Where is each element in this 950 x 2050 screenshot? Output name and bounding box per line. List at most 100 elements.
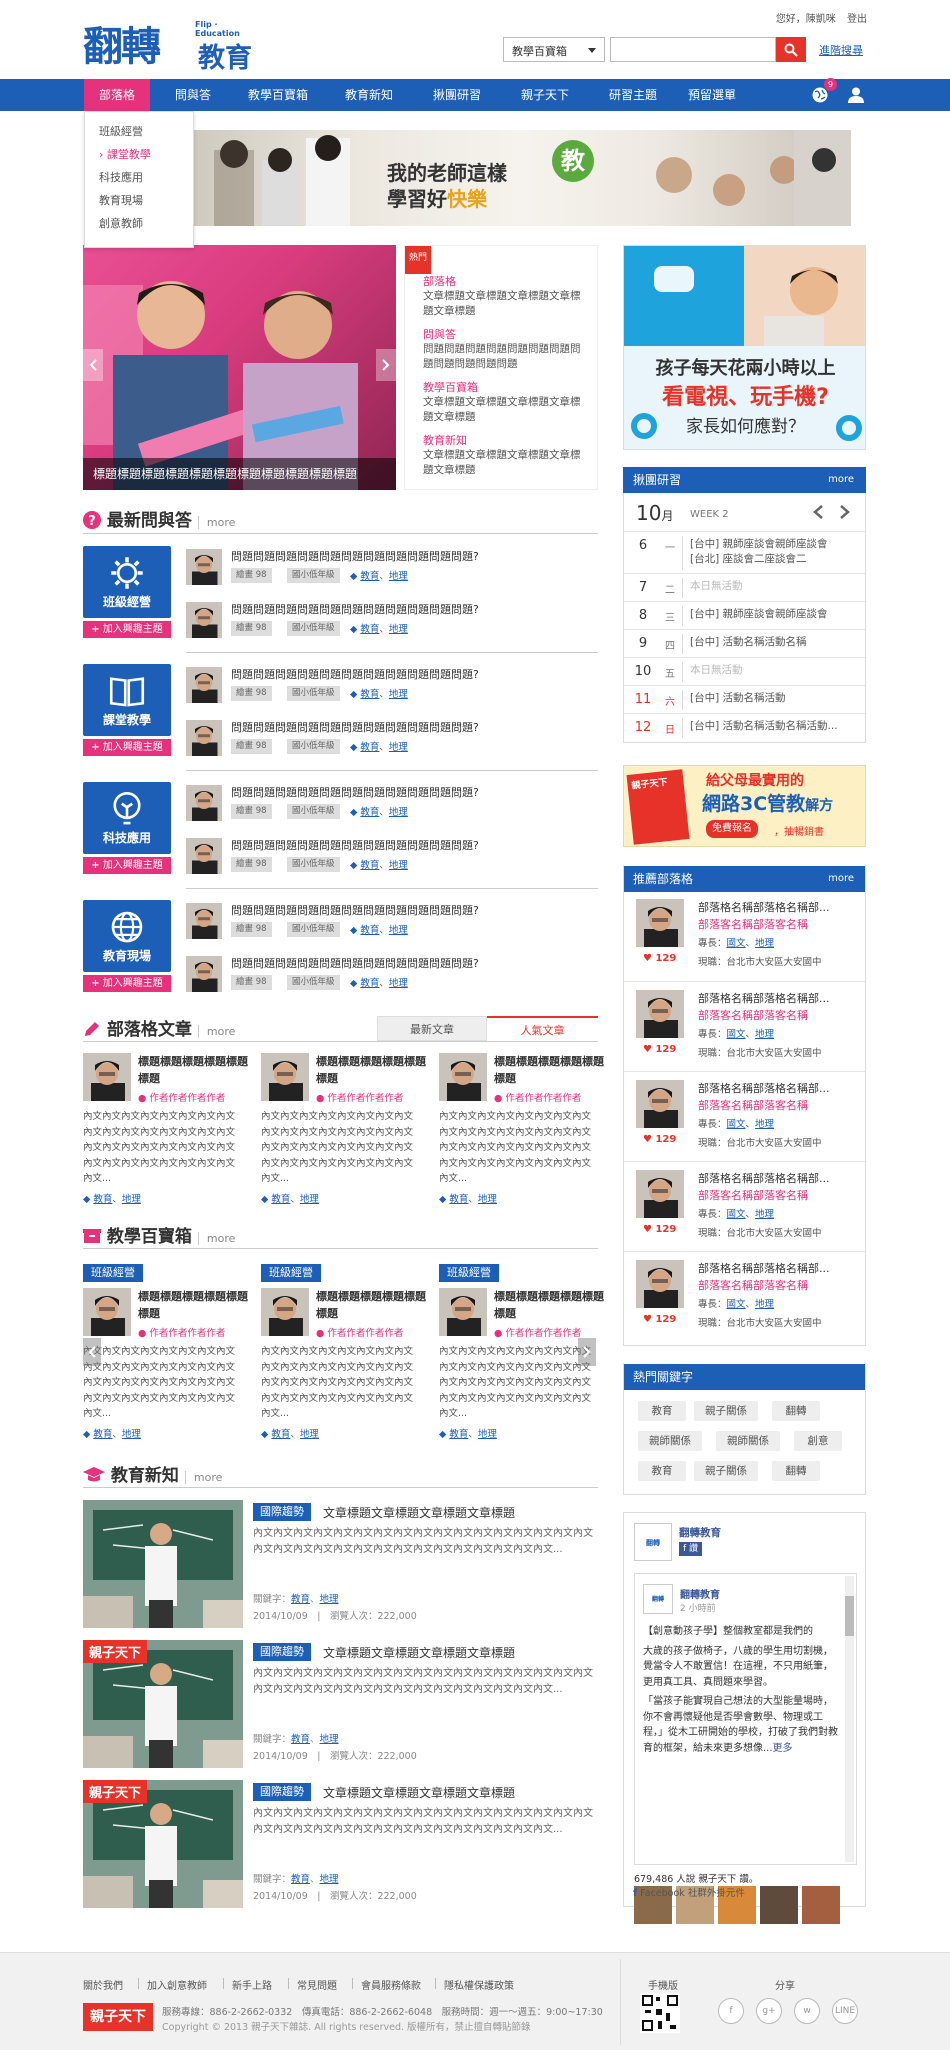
blog-name[interactable]: 部落格名稱部落格名稱部...	[698, 1080, 858, 1096]
nav-item-topics[interactable]: 研習主題	[594, 79, 672, 111]
category-link[interactable]: 地理	[300, 1194, 319, 1205]
carousel-next-button[interactable]	[376, 349, 396, 381]
specialty-link[interactable]: 國文	[727, 1119, 746, 1130]
specialty-link[interactable]: 國文	[727, 1029, 746, 1040]
category-link[interactable]: 地理	[478, 1194, 497, 1205]
carousel-caption[interactable]: 標題標題標題標題標題標題標題標題標題標題標題	[83, 458, 396, 490]
weibo-share-icon[interactable]: w	[794, 1998, 820, 2024]
blog-more-link[interactable]: more	[197, 1025, 236, 1038]
specialty-link[interactable]: 地理	[755, 1299, 774, 1310]
article-author[interactable]: ● 作者作者作者作者	[494, 1325, 581, 1339]
keyword-tag[interactable]: 教育	[638, 1401, 686, 1421]
article-card[interactable]: 標題標題標題標題標題標題 ● 作者作者作者作者 內文內文內文內文內文內文內文內文內文…	[261, 1053, 426, 1213]
blogger-row[interactable]: ♥ 129 部落格名稱部落格名稱部... 部落客名稱部落客名稱 專長：國文、地理 現職：…	[624, 1251, 865, 1341]
promo-ad[interactable]: 孩子每天花兩小時以上 看電視、玩手機? 家長如何應對？	[623, 245, 866, 450]
news-category-badge[interactable]: 國際趨勢	[253, 1503, 311, 1521]
qa-topic-tile[interactable]: 科技應用	[83, 782, 171, 854]
calendar-day-row[interactable]: 10 五 本日無活動	[624, 657, 865, 685]
nav-item-qa[interactable]: 問與答	[158, 79, 228, 111]
blogger-name[interactable]: 部落客名稱部落客名稱	[698, 1007, 808, 1023]
nav-item-workshop[interactable]: 揪團研習	[418, 79, 496, 111]
keyword-tag[interactable]: 翻轉	[772, 1461, 820, 1481]
news-more-link[interactable]: more	[184, 1471, 223, 1484]
blogger-name[interactable]: 部落客名稱部落客名稱	[698, 916, 808, 932]
specialty-link[interactable]: 地理	[755, 1119, 774, 1130]
blog-name[interactable]: 部落格名稱部落格名稱部...	[698, 1260, 858, 1276]
footer-logo[interactable]: 親子天下	[83, 2003, 153, 2031]
article-author[interactable]: ● 作者作者作者作者	[494, 1090, 581, 1104]
hot-category[interactable]: 問與答	[423, 326, 456, 342]
dropdown-item[interactable]: 班級經營	[85, 120, 193, 143]
fb-post-more[interactable]: 更多	[773, 1743, 793, 1754]
category-link[interactable]: 地理	[389, 689, 408, 700]
blog-name[interactable]: 部落格名稱部落格名稱部...	[698, 899, 858, 915]
blogger-row[interactable]: ♥ 129 部落格名稱部落格名稱部... 部落客名稱部落客名稱 專長：國文、地理 現職：…	[624, 891, 865, 981]
dropdown-item-active[interactable]: › 課堂教學	[85, 143, 193, 166]
search-category-select[interactable]: 教學百寶箱	[503, 37, 605, 62]
category-link[interactable]: 地理	[122, 1429, 141, 1440]
hot-item-text[interactable]: 問題問題問題問題問題問題問題問題問題問題問題問題	[423, 342, 589, 372]
question-title[interactable]: 問題問題問題問題問題問題問題問題問題問題問題?	[231, 666, 479, 682]
search-input[interactable]	[610, 37, 776, 62]
avatar[interactable]	[83, 1053, 131, 1101]
blog-name[interactable]: 部落格名稱部落格名稱部...	[698, 990, 858, 1006]
article-card[interactable]: 標題標題標題標題標題標題 ● 作者作者作者作者 內文內文內文內文內文內文內文內文內文…	[83, 1053, 248, 1213]
calendar-event[interactable]: [台中] 活動名稱活動名稱	[690, 635, 860, 650]
avatar[interactable]	[636, 1260, 684, 1308]
calendar-event[interactable]: 本日無活動	[690, 579, 860, 594]
tab-popular[interactable]: 人氣文章	[487, 1016, 598, 1041]
fb-like-button[interactable]: f 讚	[679, 1542, 703, 1556]
footer-link[interactable]: 會員服務條款	[361, 1977, 421, 1992]
calendar-day-row[interactable]: 11 六 [台中] 活動名稱活動	[624, 685, 865, 713]
avatar[interactable]	[439, 1288, 487, 1336]
news-title[interactable]: 文章標題文章標題文章標題文章標題	[323, 1644, 515, 1661]
news-thumbnail[interactable]	[83, 1500, 243, 1628]
article-title[interactable]: 標題標題標題標題標題標題	[138, 1053, 256, 1087]
article-author[interactable]: ● 作者作者作者作者	[138, 1090, 225, 1104]
category-link[interactable]: 地理	[122, 1194, 141, 1205]
category-link[interactable]: 教育	[271, 1194, 290, 1205]
news-category-badge[interactable]: 國際趨勢	[253, 1643, 311, 1661]
blogger-row[interactable]: ♥ 129 部落格名稱部落格名稱部... 部落客名稱部落客名稱 專長：國文、地理 現職：…	[624, 1071, 865, 1161]
calendar-day-row[interactable]: 6 一 [台中] 親師座談會親師座談會 [台北] 座談會二座談會二	[624, 531, 865, 573]
category-link[interactable]: 教育	[360, 978, 379, 989]
keyword-tag[interactable]: 親師關係	[716, 1431, 780, 1451]
news-item[interactable]: 國際趨勢 文章標題文章標題文章標題文章標題 內文內文內文內文內文內文內文內文內文內文…	[83, 1500, 598, 1630]
add-interest-button[interactable]: + 加入興趣主題	[83, 975, 171, 992]
qa-topic-tile[interactable]: 班級經營	[83, 546, 171, 618]
qa-more-link[interactable]: more	[197, 516, 236, 529]
logout-link[interactable]: 登出	[847, 14, 867, 25]
avatar[interactable]	[186, 549, 222, 585]
keyword-tag[interactable]: 創意	[794, 1431, 842, 1451]
keyword-tag[interactable]: 翻轉	[772, 1401, 820, 1421]
facebook-share-icon[interactable]: f	[718, 1998, 744, 2024]
keyword-tag[interactable]: 親子關係	[694, 1461, 758, 1481]
avatar[interactable]	[261, 1053, 309, 1101]
add-interest-button[interactable]: + 加入興趣主題	[83, 739, 171, 756]
avatar[interactable]	[636, 1080, 684, 1128]
news-category-badge[interactable]: 國際趨勢	[253, 1783, 311, 1801]
dropdown-item[interactable]: 創意教師	[85, 212, 193, 235]
add-interest-button[interactable]: + 加入興趣主題	[83, 621, 171, 638]
category-link[interactable]: 地理	[300, 1429, 319, 1440]
article-title[interactable]: 標題標題標題標題標題標題	[138, 1288, 256, 1322]
category-link[interactable]: 地理	[389, 978, 408, 989]
blogger-name[interactable]: 部落客名稱部落客名稱	[698, 1097, 808, 1113]
keyword-tag[interactable]: 親子關係	[694, 1401, 758, 1421]
question-row[interactable]: 問題問題問題問題問題問題問題問題問題問題問題? 繪畫 98 國小低年級 ◆ 教育、地理	[186, 900, 596, 950]
category-link[interactable]: 地理	[478, 1429, 497, 1440]
question-title[interactable]: 問題問題問題問題問題問題問題問題問題問題問題?	[231, 784, 479, 800]
blogger-name[interactable]: 部落客名稱部落客名稱	[698, 1277, 808, 1293]
question-title[interactable]: 問題問題問題問題問題問題問題問題問題問題問題?	[231, 548, 479, 564]
article-title[interactable]: 標題標題標題標題標題標題	[494, 1288, 612, 1322]
question-title[interactable]: 問題問題問題問題問題問題問題問題問題問題問題?	[231, 955, 479, 971]
news-item[interactable]: 親子天下 國際趨勢 文章標題文章標題文章標題文章標題 內文內文內文內文內文內文內文內文…	[83, 1780, 598, 1910]
specialty-link[interactable]: 地理	[755, 938, 774, 949]
footer-link[interactable]: 加入創意教師	[147, 1977, 207, 1992]
news-thumbnail[interactable]: 親子天下	[83, 1640, 243, 1768]
footer-link[interactable]: 新手上路	[232, 1977, 272, 1992]
google-plus-share-icon[interactable]: g+	[756, 1998, 782, 2024]
line-share-icon[interactable]: LINE	[832, 1998, 858, 2024]
article-title[interactable]: 標題標題標題標題標題標題	[316, 1288, 434, 1322]
scrollbar-thumb[interactable]	[845, 1596, 854, 1636]
